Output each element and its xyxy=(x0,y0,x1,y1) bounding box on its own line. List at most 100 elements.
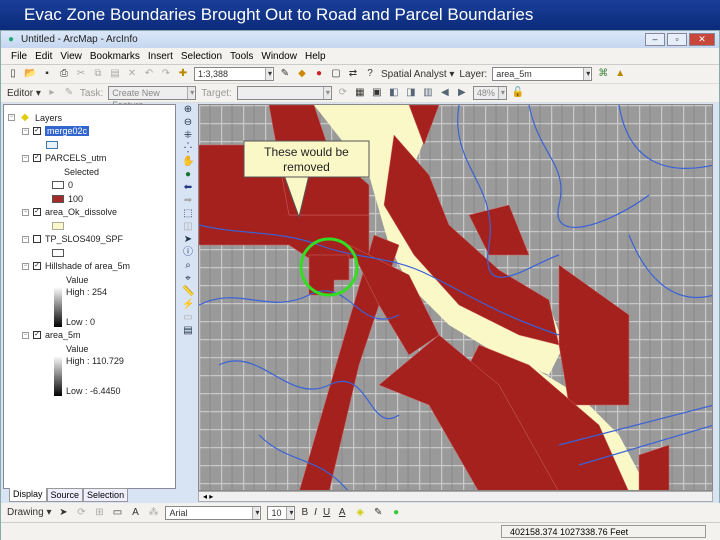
measure-icon[interactable]: 📏 xyxy=(182,286,194,298)
arccatalog-icon[interactable]: ◆ xyxy=(296,68,308,80)
clear-selection-icon[interactable]: ◫ xyxy=(182,221,194,233)
open-icon[interactable]: 📂 xyxy=(24,68,36,80)
sketch-tool-icon[interactable]: ✎ xyxy=(63,87,75,99)
horizontal-scrollbar[interactable]: ◂ ▸ xyxy=(198,491,713,502)
new-text-icon[interactable]: A xyxy=(129,507,141,519)
maximize-button[interactable]: ▫ xyxy=(667,33,687,46)
select-features-icon[interactable]: ⬚ xyxy=(182,208,194,220)
font-combo[interactable]: Arial xyxy=(165,505,262,520)
collapse-icon[interactable]: − xyxy=(22,127,29,135)
menu-edit[interactable]: Edit xyxy=(35,51,52,62)
toc-root[interactable]: Layers xyxy=(35,113,62,123)
html-popup-icon[interactable]: ▭ xyxy=(182,312,194,324)
menu-tools[interactable]: Tools xyxy=(230,51,253,62)
target-combo[interactable] xyxy=(236,86,332,100)
find-icon[interactable]: ⌕ xyxy=(182,260,194,272)
rotate-icon[interactable]: ⟳ xyxy=(337,87,349,99)
close-button[interactable]: ✕ xyxy=(689,33,715,46)
collapse-icon[interactable]: − xyxy=(8,114,15,122)
print-icon[interactable]: ⎙ xyxy=(58,68,70,80)
collapse-icon[interactable]: − xyxy=(22,235,29,243)
menu-selection[interactable]: Selection xyxy=(181,51,222,62)
new-icon[interactable]: ▯ xyxy=(7,68,19,80)
undo-icon[interactable]: ↶ xyxy=(143,68,155,80)
zoom-out-icon[interactable]: ⊖ xyxy=(182,117,194,129)
marker-color-icon[interactable]: ● xyxy=(390,507,402,519)
task-combo[interactable]: Create New Feature xyxy=(108,86,197,110)
underline-button[interactable]: U xyxy=(323,507,330,518)
histogram-icon[interactable]: ⌘ xyxy=(597,68,609,80)
identify-icon[interactable]: ⓘ xyxy=(182,247,194,259)
layer-name[interactable]: TP_SLOS409_SPF xyxy=(45,234,123,244)
zoom-in-fixed-icon[interactable]: ◧ xyxy=(388,87,400,99)
layer-name[interactable]: Hillshade of area_5m xyxy=(45,261,130,271)
layout-next-icon[interactable]: ▶ xyxy=(456,87,468,99)
layer-name[interactable]: merge02c xyxy=(45,126,90,137)
cut-icon[interactable]: ✂ xyxy=(75,68,87,80)
layer-checkbox[interactable]: ✓ xyxy=(33,208,41,217)
italic-button[interactable]: I xyxy=(314,507,317,518)
collapse-icon[interactable]: − xyxy=(22,154,29,162)
scale-combo[interactable]: 1:3,388 xyxy=(194,67,274,81)
back-extent-icon[interactable]: ⬅ xyxy=(182,182,194,194)
editor-menu[interactable]: Editor ▾ xyxy=(7,88,41,99)
menu-help[interactable]: Help xyxy=(305,51,326,62)
menu-insert[interactable]: Insert xyxy=(148,51,173,62)
tab-display[interactable]: Display xyxy=(9,488,47,502)
layer-checkbox[interactable] xyxy=(33,235,41,244)
copy-icon[interactable]: ⧉ xyxy=(92,68,104,80)
layer-combo[interactable]: area_5m xyxy=(492,67,593,81)
edit-tool-icon[interactable]: ▸ xyxy=(46,87,58,99)
delete-icon[interactable]: ✕ xyxy=(126,68,138,80)
full-extent-icon[interactable]: ● xyxy=(182,169,194,181)
collapse-icon[interactable]: − xyxy=(22,262,29,270)
save-icon[interactable]: ▪ xyxy=(41,68,53,80)
fill-color-icon[interactable]: ◈ xyxy=(354,507,366,519)
lock-icon[interactable]: 🔓 xyxy=(512,87,524,99)
font-color-icon[interactable]: A xyxy=(336,507,348,519)
arctoolbox-icon[interactable]: ● xyxy=(313,68,325,80)
layer-name[interactable]: area_Ok_dissolve xyxy=(45,207,117,217)
go-to-xy-icon[interactable]: ⌖ xyxy=(182,273,194,285)
page-icon[interactable]: ▥ xyxy=(422,87,434,99)
add-data-icon[interactable]: ✚ xyxy=(177,68,189,80)
command-line-icon[interactable]: ▢ xyxy=(330,68,342,80)
layer-name[interactable]: PARCELS_utm xyxy=(45,153,106,163)
minimize-button[interactable]: – xyxy=(645,33,665,46)
tab-selection[interactable]: Selection xyxy=(83,488,129,502)
layer-checkbox[interactable]: ✓ xyxy=(33,331,41,340)
select-elements-icon[interactable]: ➤ xyxy=(182,234,194,246)
editor-toolbar-icon[interactable]: ✎ xyxy=(279,68,291,80)
collapse-icon[interactable]: − xyxy=(22,208,29,216)
menu-view[interactable]: View xyxy=(60,51,82,62)
hyperlink-icon[interactable]: ⚡ xyxy=(182,299,194,311)
time-slider-icon[interactable]: ▤ xyxy=(182,325,194,337)
bold-button[interactable]: B xyxy=(301,507,308,518)
georef-icon[interactable]: ▣ xyxy=(371,87,383,99)
edit-vertices-icon[interactable]: ⁂ xyxy=(147,507,159,519)
rotate-icon[interactable]: ⟳ xyxy=(75,507,87,519)
layer-checkbox[interactable]: ✓ xyxy=(33,127,41,136)
drawing-menu[interactable]: Drawing ▾ xyxy=(7,507,51,518)
pan-icon[interactable]: ✋ xyxy=(182,156,194,168)
font-size-combo[interactable]: 10 xyxy=(267,505,296,520)
tab-source[interactable]: Source xyxy=(46,488,84,502)
zoom-whole-page-icon[interactable]: ⊞ xyxy=(93,507,105,519)
collapse-icon[interactable]: − xyxy=(22,331,29,339)
select-pointer-icon[interactable]: ➤ xyxy=(57,507,69,519)
redo-icon[interactable]: ↷ xyxy=(160,68,172,80)
fixed-zoom-out-icon[interactable]: ⁛ xyxy=(182,143,194,155)
layer-checkbox[interactable]: ✓ xyxy=(33,262,41,271)
rectangle-icon[interactable]: ▭ xyxy=(111,507,123,519)
map-view[interactable]: These would be removed xyxy=(198,104,713,491)
menu-file[interactable]: File xyxy=(11,51,27,62)
help-icon[interactable]: ? xyxy=(364,68,376,80)
layer-name[interactable]: area_5m xyxy=(45,330,81,340)
attributes-icon[interactable]: ▦ xyxy=(354,87,366,99)
contour-icon[interactable]: ▲ xyxy=(614,68,626,80)
line-color-icon[interactable]: ✎ xyxy=(372,507,384,519)
menu-bookmarks[interactable]: Bookmarks xyxy=(90,51,140,62)
model-builder-icon[interactable]: ⇄ xyxy=(347,68,359,80)
layout-prev-icon[interactable]: ◀ xyxy=(439,87,451,99)
zoom-in-icon[interactable]: ⊕ xyxy=(182,104,194,116)
